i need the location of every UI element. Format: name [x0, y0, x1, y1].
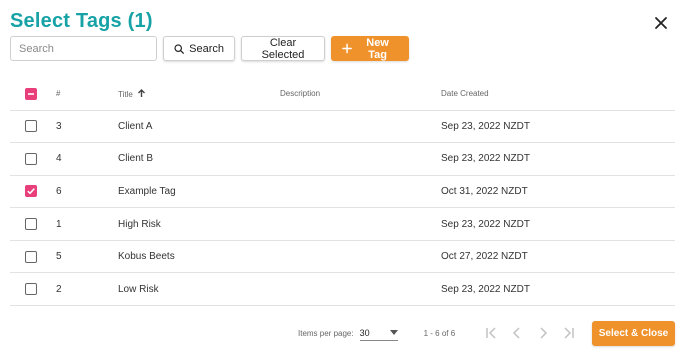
indeterminate-icon	[28, 92, 34, 95]
items-per-page-label: Items per page:	[298, 328, 354, 338]
table-row[interactable]: 4 Client B Sep 23, 2022 NZDT	[10, 142, 675, 176]
tags-table: # Title Description Date Created 3 Client…	[10, 78, 675, 306]
table-row[interactable]: 5 Kobus Beets Oct 27, 2022 NZDT	[10, 240, 675, 273]
dropdown-arrow-icon	[389, 330, 398, 335]
table-row[interactable]: 2 Low Risk Sep 23, 2022 NZDT	[10, 272, 675, 306]
clear-selected-button[interactable]: Clear Selected	[241, 36, 325, 61]
cell-title: Kobus Beets	[118, 251, 175, 263]
cell-date-created: Oct 27, 2022 NZDT	[441, 251, 528, 263]
cell-number: 3	[56, 120, 62, 132]
cell-description	[280, 175, 441, 208]
column-header-title-label: Title	[118, 89, 133, 99]
last-page-icon[interactable]	[561, 325, 577, 341]
table-row[interactable]: 3 Client A Sep 23, 2022 NZDT	[10, 110, 675, 143]
cell-number: 5	[56, 251, 62, 263]
cell-title: High Risk	[118, 218, 161, 230]
row-checkbox[interactable]	[25, 218, 37, 231]
page-range: 1 - 6 of 6	[423, 328, 456, 338]
plus-icon	[342, 43, 352, 54]
column-header-date[interactable]: Date Created	[441, 78, 675, 110]
sort-ascending-icon	[138, 88, 146, 97]
select-all-checkbox[interactable]	[25, 87, 37, 100]
table-header-row: # Title Description Date Created	[10, 78, 675, 110]
select-and-close-button[interactable]: Select & Close	[592, 321, 675, 346]
toolbar: Search Clear Selected New Tag	[10, 36, 409, 61]
row-checkbox[interactable]	[25, 250, 37, 263]
cell-title: Client A	[118, 120, 153, 132]
close-icon[interactable]	[652, 14, 670, 32]
first-page-icon[interactable]	[483, 325, 499, 341]
cell-title: Low Risk	[118, 283, 159, 295]
column-header-description[interactable]: Description	[280, 78, 441, 110]
cell-title: Client B	[118, 153, 154, 165]
cell-title: Example Tag	[118, 185, 176, 197]
cell-date-created: Sep 23, 2022 NZDT	[441, 153, 530, 165]
column-header-title[interactable]: Title	[118, 78, 280, 110]
column-header-number[interactable]: #	[56, 78, 118, 110]
search-button[interactable]: Search	[163, 36, 235, 61]
row-checkbox[interactable]	[25, 152, 37, 165]
row-checkbox[interactable]	[25, 120, 37, 133]
cell-description	[280, 143, 441, 176]
table-row[interactable]: 6 Example Tag Oct 31, 2022 NZDT	[10, 175, 675, 208]
dialog-title: Select Tags (1)	[10, 10, 153, 32]
cell-description	[280, 273, 441, 306]
previous-page-icon[interactable]	[509, 325, 525, 341]
cell-date-created: Sep 23, 2022 NZDT	[441, 283, 530, 295]
cell-number: 2	[56, 283, 62, 295]
search-input[interactable]	[10, 36, 157, 61]
new-tag-label: New Tag	[366, 36, 389, 61]
row-checkbox[interactable]	[25, 185, 37, 198]
paginator: Items per page: 30 1 - 6 of 6	[298, 321, 577, 345]
row-checkbox[interactable]	[25, 283, 37, 296]
new-tag-button[interactable]: New Tag	[331, 36, 409, 61]
clear-selected-label: Clear Selected	[261, 36, 305, 61]
search-button-label: Search	[189, 42, 224, 55]
cell-number: 1	[56, 218, 62, 230]
cell-description	[280, 208, 441, 241]
cell-number: 6	[56, 185, 62, 197]
cell-date-created: Sep 23, 2022 NZDT	[441, 218, 530, 230]
search-icon	[174, 43, 184, 54]
next-page-icon[interactable]	[535, 325, 551, 341]
cell-date-created: Sep 23, 2022 NZDT	[441, 120, 530, 132]
items-per-page-value: 30	[359, 327, 370, 338]
cell-description	[280, 110, 441, 143]
checkmark-icon	[27, 188, 35, 195]
table-row[interactable]: 1 High Risk Sep 23, 2022 NZDT	[10, 207, 675, 241]
cell-date-created: Oct 31, 2022 NZDT	[441, 185, 528, 197]
items-per-page-select[interactable]: 30	[359, 325, 398, 341]
cell-description	[280, 240, 441, 273]
cell-number: 4	[56, 153, 62, 165]
